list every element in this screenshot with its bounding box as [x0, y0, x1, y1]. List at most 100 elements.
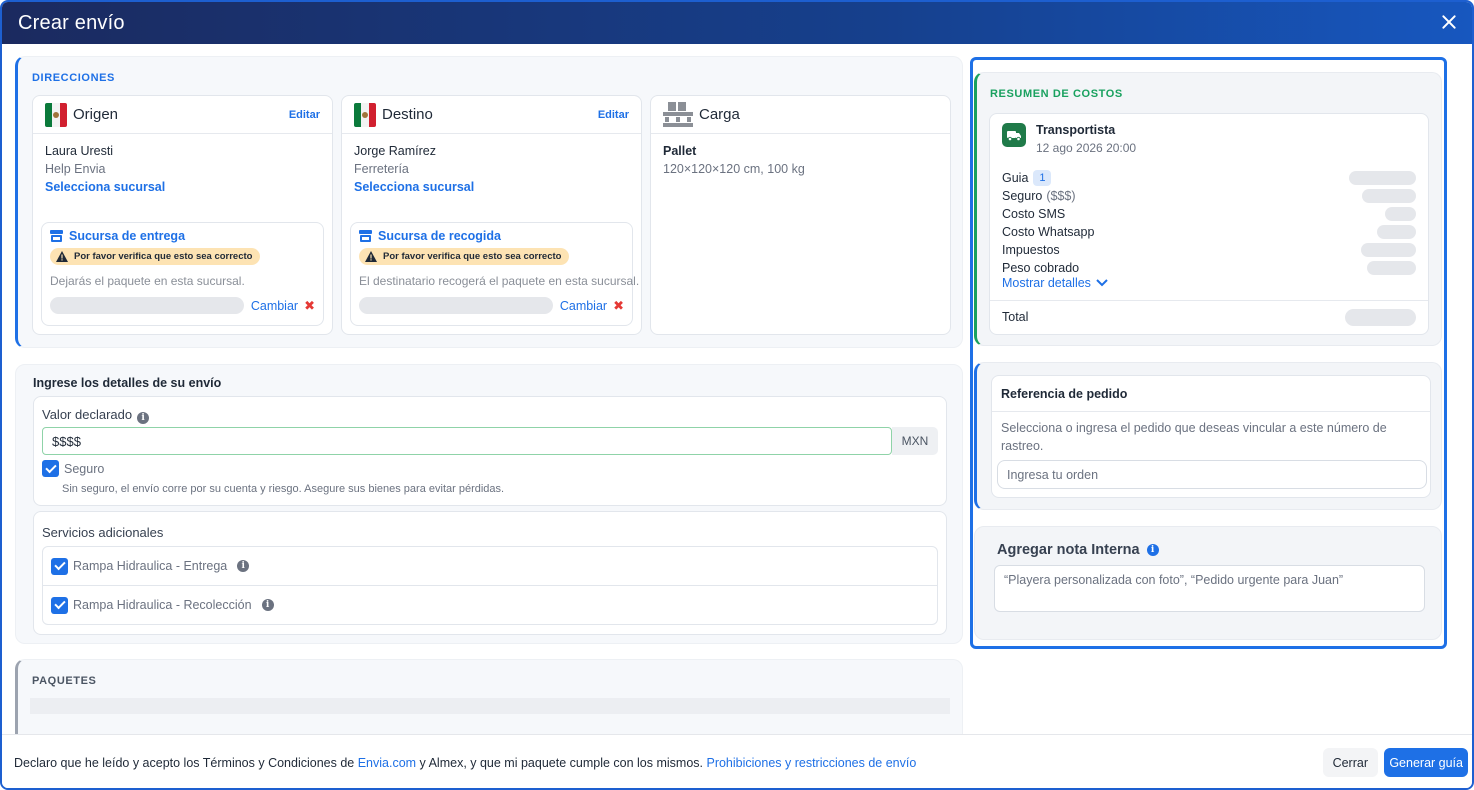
cargo-header: Carga — [651, 96, 950, 134]
order-input[interactable]: Ingresa tu orden — [997, 460, 1427, 489]
cost-value-placeholder — [1361, 243, 1416, 257]
order-reference-box: Referencia de pedido Selecciona o ingres… — [991, 375, 1431, 498]
close-icon[interactable] — [1440, 13, 1458, 31]
internal-note-textarea[interactable]: “Playera personalizada con foto”, “Pedid… — [994, 565, 1425, 612]
cost-label: Costo SMS — [1002, 207, 1066, 221]
cost-row-impuestos: Impuestos — [1002, 241, 1416, 259]
total-label: Total — [1002, 310, 1029, 324]
cost-value-placeholder — [1367, 261, 1416, 275]
insurance-checkbox[interactable] — [42, 460, 59, 477]
pallet-icon — [663, 101, 693, 127]
declared-value-label: Valor declarado i — [42, 407, 150, 424]
destination-title: Destino — [382, 106, 433, 123]
origin-name: Laura Uresti — [45, 144, 114, 158]
show-details-text: Mostrar detalles — [1002, 276, 1091, 290]
cost-value-placeholder — [1349, 171, 1416, 185]
terms-text-middle: y Almex, y que mi paquete cumple con los… — [416, 755, 707, 770]
cost-row-peso: Peso cobrado — [1002, 259, 1416, 277]
terms-text-start: Declaro que he leído y acepto los Términ… — [14, 755, 358, 770]
info-icon[interactable]: i — [1146, 544, 1159, 556]
order-reference-title: Referencia de pedido — [1001, 387, 1128, 401]
origin-warning-badge: Por favor verifica que esto sea correcto — [50, 248, 261, 265]
show-details-link[interactable]: Mostrar detalles — [1002, 276, 1108, 290]
destination-company: Ferretería — [354, 162, 409, 176]
service-row[interactable]: Rampa Hidraulica - Recolección i — [42, 585, 938, 625]
destination-change-link[interactable]: Cambiar — [560, 299, 607, 313]
insurance-label: Seguro — [64, 461, 105, 476]
service-row[interactable]: Rampa Hidraulica - Entrega i — [42, 546, 938, 586]
cost-label: Peso cobrado — [1002, 261, 1080, 275]
info-icon[interactable]: i — [261, 599, 274, 611]
order-reference-divider — [992, 411, 1430, 412]
destination-branch-title: Sucursa de recogida — [359, 229, 624, 243]
modal-footer: Declaro que he leído y acepto los Términ… — [2, 734, 1472, 788]
destination-select-branch-link[interactable]: Selecciona sucursal — [354, 178, 629, 196]
chevron-down-icon — [1096, 279, 1108, 287]
total-value-placeholder — [1345, 308, 1416, 326]
create-shipment-modal: Crear envío DIRECCIONES Origen Editar La… — [0, 0, 1474, 790]
cost-row-guia: Guia 1 — [1002, 169, 1416, 187]
cost-row-seguro: Seguro ($$$) — [1002, 187, 1416, 205]
destination-address: Jorge Ramírez Ferretería Selecciona sucu… — [342, 134, 641, 196]
service-checkbox[interactable] — [51, 557, 68, 575]
destination-name: Jorge Ramírez — [354, 144, 436, 158]
origin-title: Origen — [73, 106, 119, 123]
origin-edit-link[interactable]: Editar — [289, 109, 320, 121]
services-title: Servicios adicionales — [42, 525, 164, 540]
cargo-info: Pallet 120×120×120 cm, 100 kg — [651, 134, 950, 178]
insurance-row: Seguro — [42, 460, 104, 477]
destination-warning-text: Por favor verifica que esto sea correcto — [383, 251, 562, 262]
origin-warning-text: Por favor verifica que esto sea correcto — [74, 251, 253, 262]
origin-address: Laura Uresti Help Envia Selecciona sucur… — [33, 134, 332, 196]
currency-label: MXN — [892, 427, 938, 455]
internal-note-card: Agregar nota Interna i “Playera personal… — [974, 526, 1442, 640]
details-title: Ingrese los detalles de su envío — [33, 376, 222, 390]
order-reference-description: Selecciona o ingresa el pedido que desea… — [1001, 421, 1387, 453]
internal-note-title-text: Agregar nota Interna — [997, 542, 1140, 558]
envia-link[interactable]: Envia.com — [358, 756, 416, 770]
cost-summary-box: Transportista 12 ago 2026 20:00 Guia 1 S… — [989, 113, 1429, 335]
info-icon[interactable]: i — [237, 560, 250, 572]
generate-label-button[interactable]: Generar guía — [1384, 748, 1468, 777]
origin-branch-row: Cambiar ✖ — [50, 297, 315, 314]
internal-note-title: Agregar nota Interna i — [997, 542, 1159, 558]
destination-remove-icon[interactable]: ✖ — [613, 298, 624, 314]
destination-branch-row: Cambiar ✖ — [359, 297, 624, 314]
cost-summary-card: RESUMEN DE COSTOS Transportista 12 ago 2… — [974, 72, 1442, 346]
terms-text: Declaro que he leído y acepto los Términ… — [14, 756, 916, 770]
cancel-button[interactable]: Cerrar — [1322, 748, 1378, 777]
origin-remove-icon[interactable]: ✖ — [304, 298, 315, 314]
packages-table-header — [30, 698, 950, 714]
origin-change-link[interactable]: Cambiar — [251, 299, 298, 313]
destination-panel: Destino Editar Jorge Ramírez Ferretería … — [341, 95, 642, 335]
service-checkbox[interactable] — [51, 596, 68, 614]
declared-value-input[interactable]: $$$$ — [42, 427, 892, 455]
guide-count-badge: 1 — [1033, 170, 1052, 186]
cargo-type: Pallet — [663, 144, 697, 158]
modal-header: Crear envío — [2, 2, 1472, 44]
origin-branch-title: Sucursa de entrega — [50, 229, 315, 243]
modal-body: DIRECCIONES Origen Editar Laura Uresti H… — [2, 44, 1472, 734]
summary-divider — [990, 300, 1428, 301]
destination-edit-link[interactable]: Editar — [598, 109, 629, 121]
cost-label: Seguro — [1002, 189, 1043, 203]
origin-company: Help Envia — [45, 162, 106, 176]
modal-title: Crear envío — [18, 11, 125, 34]
packages-card: PAQUETES — [15, 659, 963, 734]
destination-warning-badge: Por favor verifica que esto sea correcto — [359, 248, 570, 265]
addresses-card: DIRECCIONES Origen Editar Laura Uresti H… — [15, 56, 963, 348]
cost-label: Guia — [1002, 171, 1029, 185]
carrier-name: Transportista — [1036, 123, 1116, 137]
warning-icon — [365, 251, 377, 262]
destination-branch-title-text: Sucursa de recogida — [378, 229, 501, 243]
prohibitions-link[interactable]: Prohibiciones y restricciones de envío — [706, 756, 916, 770]
origin-branch-help: Dejarás el paquete en esta sucursal. — [50, 274, 245, 288]
cost-suffix: ($$$) — [1046, 189, 1076, 203]
origin-select-branch-link[interactable]: Selecciona sucursal — [45, 178, 320, 196]
warning-icon — [56, 251, 68, 262]
cargo-panel: Carga Pallet 120×120×120 cm, 100 kg — [650, 95, 951, 335]
origin-panel: Origen Editar Laura Uresti Help Envia Se… — [32, 95, 333, 335]
additional-services-group: Servicios adicionales Rampa Hidraulica -… — [33, 511, 947, 635]
info-icon[interactable]: i — [137, 412, 150, 424]
destination-branch-help: El destinatario recogerá el paquete en e… — [359, 274, 640, 288]
